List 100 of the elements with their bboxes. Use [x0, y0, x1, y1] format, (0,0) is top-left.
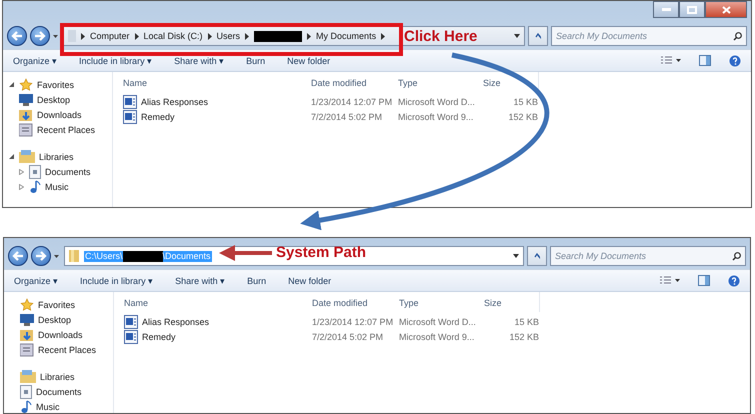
close-button[interactable] — [705, 1, 747, 18]
back-arrow-icon — [11, 31, 23, 41]
help-icon[interactable] — [729, 54, 741, 66]
document-icon — [20, 384, 32, 398]
type-cell: Microsoft Word D... — [398, 96, 475, 106]
column-header[interactable]: Type — [398, 78, 483, 88]
library-folder-icon — [20, 370, 36, 383]
toolbar-button[interactable]: Burn — [246, 56, 266, 66]
view-options-icon[interactable] — [660, 276, 680, 285]
column-header[interactable]: Size — [484, 298, 539, 308]
column-header[interactable]: Name — [124, 298, 312, 308]
toolbar-button[interactable]: Include in library ▾ — [80, 276, 154, 286]
word-document-icon — [123, 94, 137, 108]
type-cell: Microsoft Word 9... — [398, 112, 474, 122]
nav-group-header[interactable]: Favorites — [38, 300, 76, 310]
nav-group-header[interactable]: Libraries — [39, 152, 74, 162]
nav-item[interactable]: Music — [36, 402, 60, 412]
monitor-icon — [20, 314, 34, 326]
column-header[interactable]: Size — [483, 78, 538, 88]
chevron-icon — [208, 32, 212, 40]
minimize-button[interactable] — [653, 1, 679, 18]
expand-arrow-icon[interactable] — [19, 168, 24, 174]
search-field[interactable]: Search My Documents — [550, 246, 746, 266]
minimize-icon — [662, 8, 670, 11]
column-header[interactable]: Type — [399, 298, 484, 308]
date-cell: 7/2/2014 5:02 PM — [312, 332, 384, 342]
size-cell: 152 KB — [509, 332, 539, 342]
preview-pane-icon[interactable] — [698, 275, 710, 286]
nav-item[interactable]: Downloads — [38, 330, 83, 340]
dropdown-icon — [53, 34, 58, 38]
breadcrumb-item[interactable]: My Documents — [316, 31, 376, 41]
back-button[interactable] — [8, 246, 28, 266]
type-cell: Microsoft Word D... — [399, 316, 476, 326]
size-cell: 15 KB — [514, 316, 539, 326]
back-button[interactable] — [7, 26, 27, 46]
library-folder-icon — [19, 150, 35, 163]
nav-item[interactable]: Recent Places — [37, 124, 96, 134]
callout-label: System Path — [276, 244, 366, 261]
dropdown-icon — [54, 254, 59, 258]
star-icon — [20, 298, 34, 312]
toolbar-button[interactable]: New folder — [287, 56, 330, 66]
nav-item[interactable]: Desktop — [37, 94, 70, 104]
collapse-arrow-icon[interactable] — [9, 82, 14, 88]
size-cell: 152 KB — [508, 112, 538, 122]
toolbar-button[interactable]: Organize ▾ — [14, 276, 58, 286]
file-name[interactable]: Alias Responses — [142, 316, 210, 326]
close-icon — [722, 6, 730, 14]
nav-item[interactable]: Downloads — [37, 110, 82, 120]
word-document-icon — [123, 110, 137, 124]
type-cell: Microsoft Word 9... — [399, 332, 474, 342]
date-cell: 1/23/2014 12:07 PM — [311, 96, 392, 106]
refresh-button[interactable] — [527, 246, 547, 266]
recent-places-icon — [19, 122, 33, 136]
column-header[interactable]: Date modified — [311, 78, 398, 88]
file-name[interactable]: Alias Responses — [141, 96, 208, 106]
chevron-icon — [381, 32, 386, 40]
word-document-icon — [124, 314, 138, 328]
forward-button[interactable] — [30, 26, 50, 46]
forward-arrow-icon — [34, 31, 46, 41]
search-field[interactable]: Search My Documents — [551, 26, 747, 46]
nav-group-header[interactable]: Favorites — [37, 80, 74, 90]
nav-group-header[interactable]: Libraries — [40, 372, 75, 382]
nav-item[interactable]: Recent Places — [38, 344, 96, 354]
file-name[interactable]: Remedy — [142, 332, 176, 342]
size-cell: 15 KB — [513, 96, 538, 106]
chevron-icon — [307, 32, 312, 40]
back-arrow-icon — [12, 251, 24, 261]
toolbar-button[interactable]: Organize ▾ — [13, 56, 58, 66]
file-name[interactable]: Remedy — [141, 112, 175, 122]
collapse-arrow-icon[interactable] — [9, 154, 14, 160]
toolbar-button[interactable]: Include in library ▾ — [79, 56, 152, 66]
date-cell: 7/2/2014 5:02 PM — [311, 112, 382, 122]
column-header[interactable]: Date modified — [312, 298, 399, 308]
forward-arrow-icon — [35, 251, 47, 261]
recent-places-icon — [20, 342, 34, 356]
breadcrumb-item[interactable]: Local Disk (C:) — [144, 31, 203, 41]
maximize-button[interactable] — [679, 1, 705, 18]
chevron-icon — [134, 32, 139, 40]
help-icon[interactable] — [728, 274, 740, 286]
toolbar-button[interactable]: Share with ▾ — [175, 276, 226, 286]
view-options-icon[interactable] — [661, 56, 681, 65]
nav-item[interactable]: Documents — [45, 166, 91, 176]
toolbar-button[interactable]: Share with ▾ — [174, 56, 224, 66]
preview-pane-icon[interactable] — [699, 55, 711, 66]
toolbar-button[interactable]: New folder — [288, 276, 332, 286]
redaction-block — [254, 30, 302, 42]
refresh-button[interactable] — [528, 26, 548, 46]
column-header[interactable]: Name — [123, 78, 311, 88]
forward-button[interactable] — [31, 246, 51, 266]
nav-item[interactable]: Documents — [36, 386, 82, 396]
monitor-icon — [19, 94, 33, 106]
document-icon — [29, 164, 41, 178]
chevron-icon — [81, 32, 85, 40]
nav-item[interactable]: Music — [45, 182, 69, 192]
toolbar-button[interactable]: Burn — [247, 276, 266, 286]
nav-item[interactable]: Desktop — [38, 314, 72, 324]
breadcrumb-item[interactable]: Users — [216, 31, 240, 41]
breadcrumb-item[interactable]: Computer — [90, 31, 130, 41]
star-icon — [19, 78, 33, 92]
expand-arrow-icon[interactable] — [19, 184, 24, 190]
